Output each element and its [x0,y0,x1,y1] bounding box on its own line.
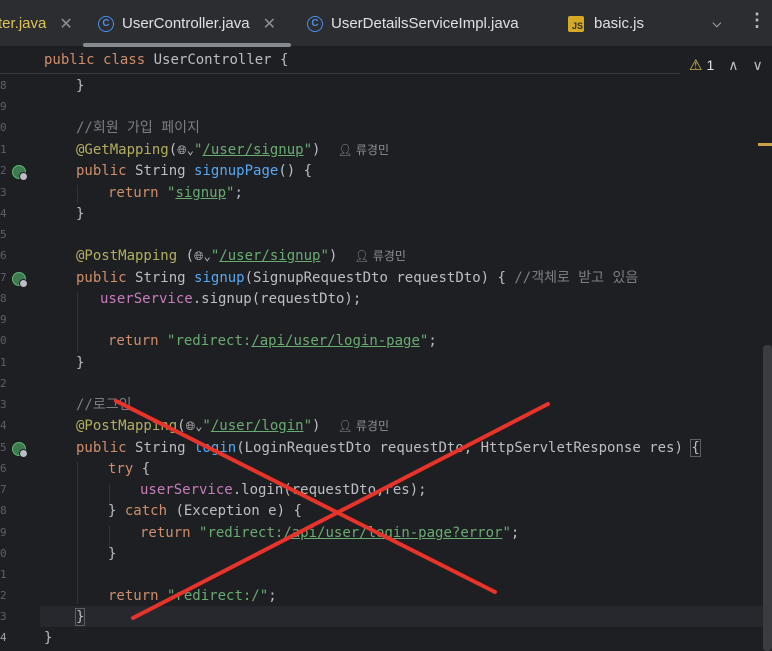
line-number: 0 [0,121,7,134]
tab-label: basic.js [594,15,645,32]
tab-partial[interactable]: ter.java ✕ [0,0,73,47]
code-line: } catch (Exception e) { [108,503,302,519]
more-vertical-icon[interactable]: ⋮ [748,10,766,31]
editor-tab-bar: ter.java ✕ C UserController.java ✕ C Use… [0,0,772,47]
line-number: 3 [0,398,7,411]
spring-mapping-icon[interactable] [12,442,28,458]
line-number: 0 [0,334,7,347]
code-editor[interactable]: 5890123456789012345678901234 } //회원 가입 페… [0,48,772,651]
warning-count: 1 [706,57,715,73]
line-number: 4 [0,631,7,644]
code-line: return "redirect:/api/user/login-page?er… [140,525,520,541]
code-line: return "redirect:/api/user/login-page"; [108,333,437,349]
line-number: 4 [0,419,7,432]
line-number: 1 [0,356,7,369]
code-line: @GetMapping(🌐︎⌄"/user/signup") 👤︎ 류경민 [76,142,390,158]
line-number: 8 [0,292,7,305]
chevron-down-icon[interactable]: ⌵ [712,12,722,31]
line-number: 8 [0,504,7,517]
code-line: } [74,608,86,626]
line-number: 6 [0,249,7,262]
code-line: } [76,78,85,94]
sticky-class-header[interactable]: public class UserController { [0,48,680,74]
code-line: } [108,546,117,562]
line-number: 8 [0,79,7,92]
code-line: public String signupPage() { [76,163,313,179]
author-hint: 👤︎ 류경민 [337,143,390,157]
code-line: public String login(LoginRequestDto requ… [76,439,701,457]
indent-guide [77,462,78,604]
line-number: 7 [0,483,7,496]
line-number: 5 [0,441,7,454]
line-number: 2 [0,377,7,390]
line-number: 1 [0,568,7,581]
tab-label: UserController.java [122,15,250,32]
warning-stripe-marker[interactable] [758,143,772,146]
javascript-file-icon: JS [568,15,584,32]
globe-icon: 🌐︎⌄ [185,419,203,433]
line-number: 1 [0,143,7,156]
close-icon[interactable]: ✕ [263,14,276,34]
chevron-down-icon[interactable]: ∨ [753,57,763,74]
globe-icon: 🌐︎⌄ [194,249,211,263]
line-number: 3 [0,186,7,199]
code-line: } [44,630,53,646]
indent-guide [77,292,78,352]
tab-usercontroller[interactable]: C UserController.java ✕ [98,0,276,47]
line-number: 3 [0,610,7,623]
globe-icon: 🌐︎⌄ [177,143,194,157]
spring-mapping-icon[interactable] [12,272,28,288]
line-number: 9 [0,526,7,539]
code-line: } [76,206,85,222]
line-number: 2 [0,164,7,177]
code-line: } [76,355,85,371]
tab-label: ter.java [0,15,47,32]
chevron-up-icon[interactable]: ∧ [728,57,738,74]
spring-mapping-icon[interactable] [12,165,28,181]
line-number: 9 [0,100,7,113]
inspection-widget[interactable]: ⚠︎ 1 ∧ ∨ [689,56,763,75]
line-number: 6 [0,462,7,475]
code-line: //회원 가입 페이지 [76,120,200,136]
code-line: try { [108,461,151,477]
code-line: return "redirect:/"; [108,588,277,604]
current-line-highlight [40,606,772,627]
tab-userdetailsserviceimpl[interactable]: C UserDetailsServiceImpl.java [307,0,519,47]
author-hint: 👤︎ 류경민 [337,419,390,433]
warning-icon: ⚠︎ [689,57,703,74]
code-line: userService.signup(requestDto); [100,291,362,307]
tab-basic-js[interactable]: JS basic.js [568,0,644,47]
indent-guide [77,185,78,203]
java-class-icon: C [307,15,323,32]
line-number: 4 [0,207,7,220]
code-line: userService.login(requestDto,res); [140,482,427,498]
code-line: @PostMapping (🌐︎⌄"/user/signup") 👤︎ 류경민 [76,248,406,264]
line-number: 5 [0,228,7,241]
line-number: 0 [0,547,7,560]
line-number: 7 [0,271,7,284]
code-line: //로그인 [76,397,132,413]
code-line: public class UserController { [44,52,289,68]
close-icon[interactable]: ✕ [59,14,72,34]
author-hint: 👤︎ 류경민 [354,249,406,263]
active-tab-indicator [83,43,291,47]
code-line: public String signup(SignupRequestDto re… [76,270,639,286]
code-line: @PostMapping(🌐︎⌄"/user/login") 👤︎ 류경민 [76,418,390,434]
line-number: 2 [0,589,7,602]
vertical-scrollbar[interactable] [763,345,772,651]
tab-label: UserDetailsServiceImpl.java [331,15,519,32]
code-line: return "signup"; [108,185,243,201]
line-number: 9 [0,313,7,326]
java-class-icon: C [98,15,114,32]
